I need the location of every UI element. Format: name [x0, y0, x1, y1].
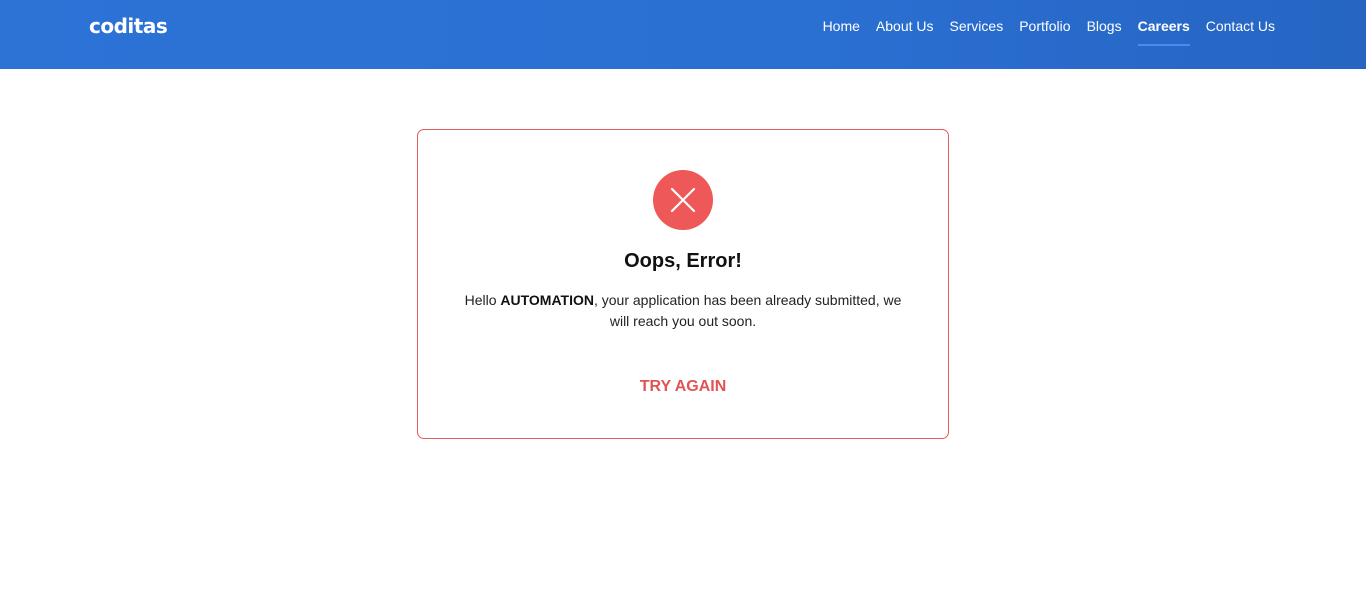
nav-about-us[interactable]: About Us [876, 18, 934, 34]
close-x-icon [653, 170, 713, 230]
error-dialog: Oops, Error! Hello AUTOMATION, your appl… [417, 129, 949, 439]
try-again-button[interactable]: TRY AGAIN [418, 378, 948, 396]
error-message: Hello AUTOMATION, your application has b… [458, 290, 908, 332]
top-navbar: coditas Home About Us Services Portfolio… [0, 0, 1366, 69]
nav-portfolio[interactable]: Portfolio [1019, 18, 1070, 34]
main-nav: Home About Us Services Portfolio Blogs C… [823, 0, 1275, 52]
error-title: Oops, Error! [624, 250, 742, 272]
message-suffix: , your application has been already subm… [593, 292, 902, 329]
nav-services[interactable]: Services [950, 18, 1004, 34]
nav-contact-us[interactable]: Contact Us [1206, 18, 1275, 34]
user-name: AUTOMATION [500, 292, 594, 308]
nav-home[interactable]: Home [823, 18, 860, 34]
logo-text: coditas [89, 14, 168, 38]
nav-blogs[interactable]: Blogs [1087, 18, 1122, 34]
nav-careers[interactable]: Careers [1137, 18, 1190, 46]
coditas-logo[interactable]: coditas [89, 12, 168, 40]
message-prefix: Hello [464, 292, 501, 308]
